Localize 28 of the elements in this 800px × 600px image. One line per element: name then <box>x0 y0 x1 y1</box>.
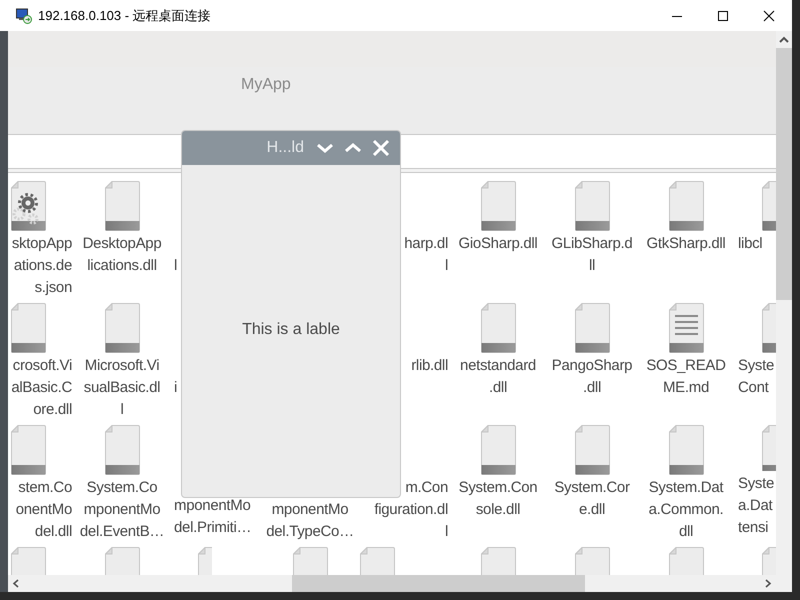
file-name: libcl <box>737 234 762 254</box>
file-name: GioSharp.dll <box>458 234 538 254</box>
window-title: 192.168.0.103 - 远程桌面连接 <box>38 6 211 25</box>
file-name: SOS_READ ME.md <box>646 356 726 398</box>
file-name: mponentMo del.Primiti… <box>173 496 252 538</box>
file-name: System.Dat a.Common. dll <box>648 478 724 542</box>
file-name: GLibSharp.d ll <box>552 234 632 276</box>
dialog-title: H...ld <box>266 138 304 158</box>
file-name: DesktopApp lications.dll <box>82 234 162 276</box>
file-name: Syste Cont <box>737 356 774 398</box>
file-name: System.Co mponentMo del.EventB… <box>80 478 164 542</box>
file-name: PangoSharp .dll <box>552 356 632 398</box>
file-name: stem.Co onentMo del.dll <box>16 478 73 542</box>
file-name: i <box>173 378 178 398</box>
file-name: GtkSharp.dll <box>646 234 726 254</box>
file-name: sktopApp ations.de s.json <box>12 234 73 298</box>
file-name: crosoft.Vi alBasic.C ore.dll <box>11 356 73 420</box>
file-name: harp.dl l <box>404 234 449 276</box>
file-name: m.Con figuration.dl l <box>374 478 449 542</box>
app-title: MyApp <box>241 75 291 95</box>
file-name: Microsoft.Vi sualBasic.dl l <box>84 356 160 420</box>
file-name: Syste a.Dat tensi <box>737 474 774 538</box>
file-name: l <box>173 256 178 276</box>
file-name: netstandard .dll <box>460 356 536 398</box>
file-name: rlib.dll <box>411 356 449 376</box>
file-name: mponentMo del.TypeCo… <box>266 500 354 542</box>
file-name: System.Cor e.dll <box>554 478 630 520</box>
dialog-label: This is a lable <box>242 320 340 340</box>
